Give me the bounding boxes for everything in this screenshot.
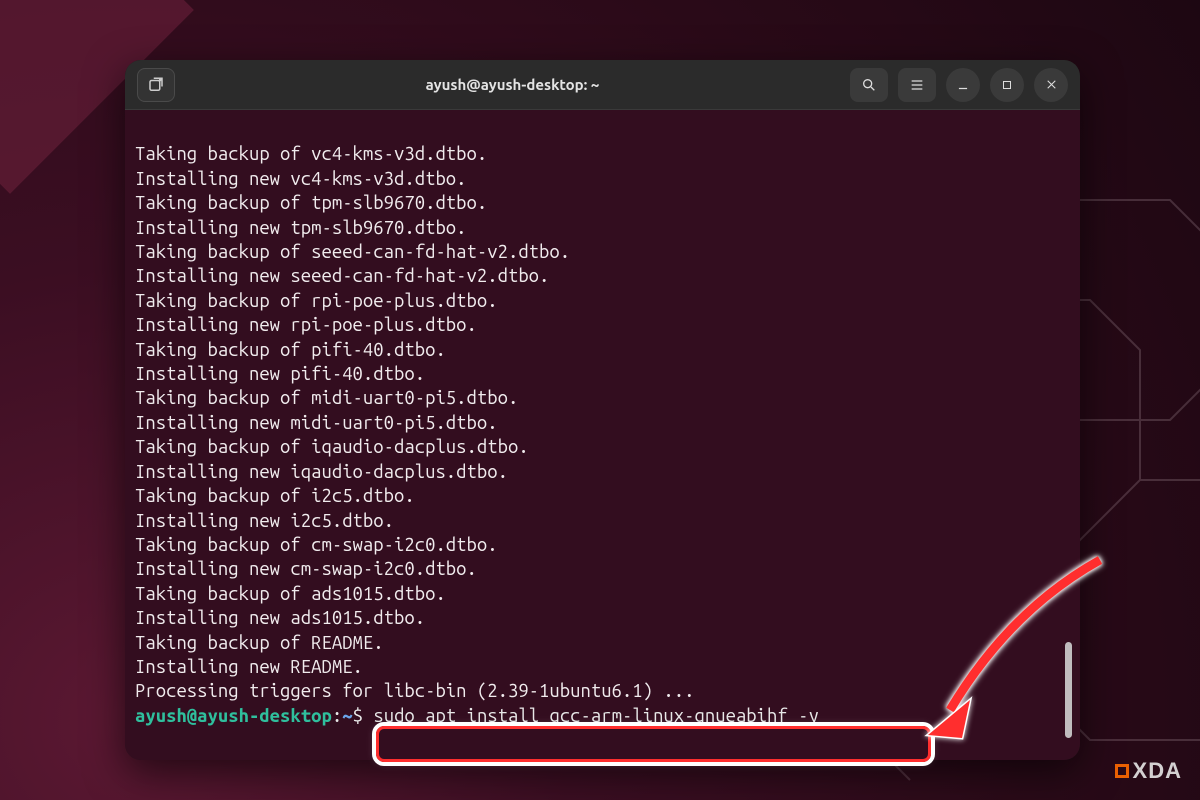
watermark: XDA	[1115, 758, 1182, 784]
minimize-icon	[956, 78, 970, 92]
close-icon	[1045, 78, 1058, 91]
prompt-path: ~	[342, 706, 352, 726]
prompt-symbol: $	[353, 706, 363, 726]
maximize-button[interactable]	[990, 68, 1024, 102]
search-button[interactable]	[850, 68, 888, 102]
new-tab-icon	[147, 76, 165, 94]
prompt-line[interactable]: ayush@ayush-desktop:~$ sudo apt install …	[135, 704, 1070, 728]
terminal-output[interactable]: Taking backup of vc4-kms-v3d.dtbo. Insta…	[125, 110, 1080, 760]
watermark-text: XDA	[1133, 758, 1182, 784]
prompt-user-host: ayush@ayush-desktop	[135, 706, 332, 726]
titlebar[interactable]: ayush@ayush-desktop: ~	[125, 60, 1080, 110]
search-icon	[861, 77, 877, 93]
maximize-icon	[1001, 79, 1013, 91]
hamburger-icon	[909, 77, 925, 93]
command-input[interactable]: sudo apt install gcc-arm-linux-gnueabihf…	[373, 706, 818, 726]
terminal-output-lines: Taking backup of vc4-kms-v3d.dtbo. Insta…	[135, 144, 694, 701]
new-tab-button[interactable]	[137, 68, 175, 102]
menu-button[interactable]	[898, 68, 936, 102]
close-button[interactable]	[1034, 68, 1068, 102]
minimize-button[interactable]	[946, 68, 980, 102]
terminal-window: ayush@ayush-desktop: ~ Taking backup of …	[125, 60, 1080, 760]
scrollbar-thumb[interactable]	[1065, 642, 1072, 738]
window-title: ayush@ayush-desktop: ~	[185, 76, 840, 93]
watermark-logo-icon	[1115, 764, 1129, 778]
